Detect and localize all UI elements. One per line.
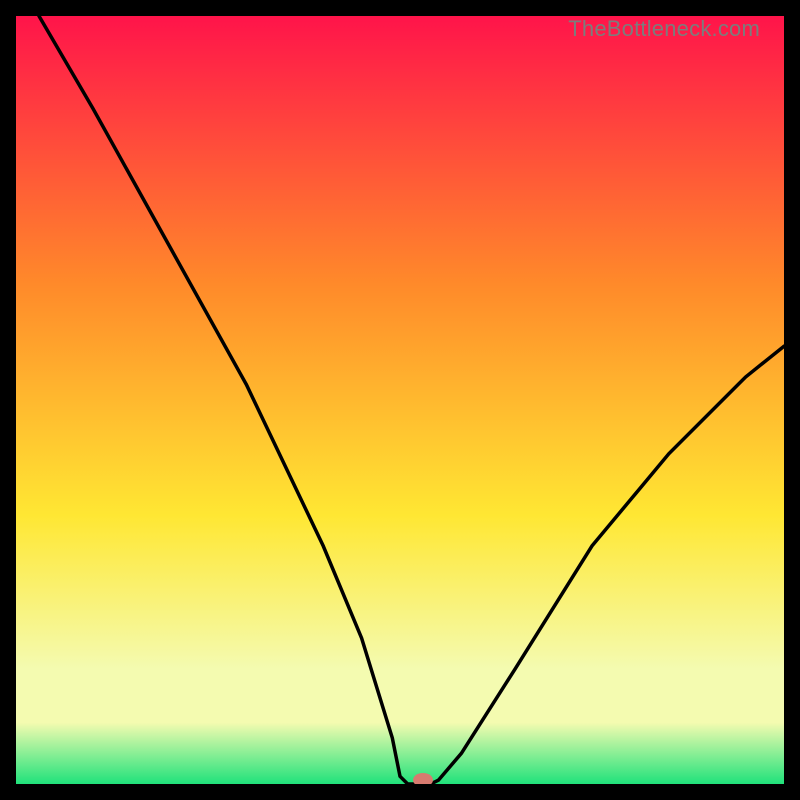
chart-background — [16, 16, 784, 784]
chart-frame: TheBottleneck.com — [16, 16, 784, 784]
watermark-text: TheBottleneck.com — [568, 16, 760, 42]
chart-plot — [16, 16, 784, 784]
